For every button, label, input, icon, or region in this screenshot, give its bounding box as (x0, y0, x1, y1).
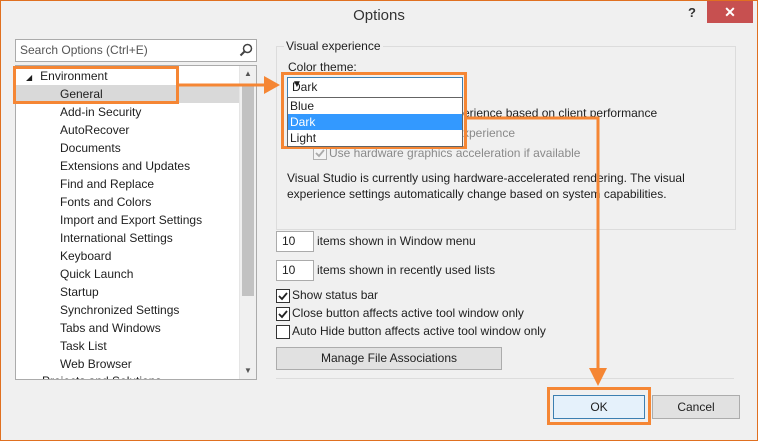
annotation-arrows (179, 76, 607, 386)
arrow-to-ok-icon (467, 116, 607, 386)
arrow-to-theme-icon (179, 76, 280, 94)
